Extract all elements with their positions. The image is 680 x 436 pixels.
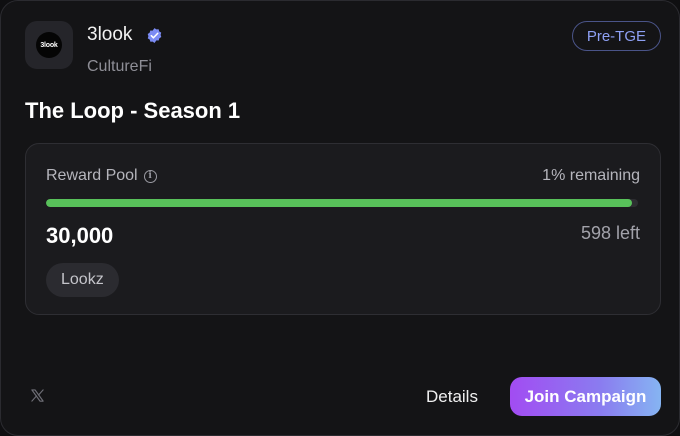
token-chip: Lookz — [46, 263, 119, 297]
project-logo: 3look — [25, 21, 73, 69]
reward-pool-panel: Reward Pool i 1% remaining 30,000 598 le… — [25, 143, 661, 315]
verified-check-icon — [147, 28, 162, 43]
reward-amount: 30,000 — [46, 223, 114, 248]
logo-text: 3look — [40, 41, 58, 49]
project-category: CultureFi — [87, 58, 152, 75]
reward-progress-fill — [46, 199, 633, 207]
join-campaign-button[interactable]: Join Campaign — [510, 377, 661, 416]
remaining-percent: 1% remaining — [542, 167, 640, 184]
reward-progress-bar — [46, 199, 638, 207]
details-button[interactable]: Details — [415, 378, 489, 416]
project-name: 3look — [87, 24, 133, 45]
info-icon[interactable]: i — [143, 169, 157, 183]
rewards-left: 598 left — [580, 223, 640, 243]
x-logo-icon[interactable] — [30, 388, 45, 403]
campaign-title: The Loop - Season 1 — [25, 98, 241, 123]
status-badge: Pre-TGE — [571, 21, 661, 51]
reward-pool-header: Reward Pool i — [46, 167, 157, 185]
campaign-card: 3look 3look CultureFi Pre-TGE The Loop -… — [0, 0, 680, 436]
logo-mark: 3look — [36, 32, 62, 58]
reward-pool-label: Reward Pool — [46, 167, 138, 184]
